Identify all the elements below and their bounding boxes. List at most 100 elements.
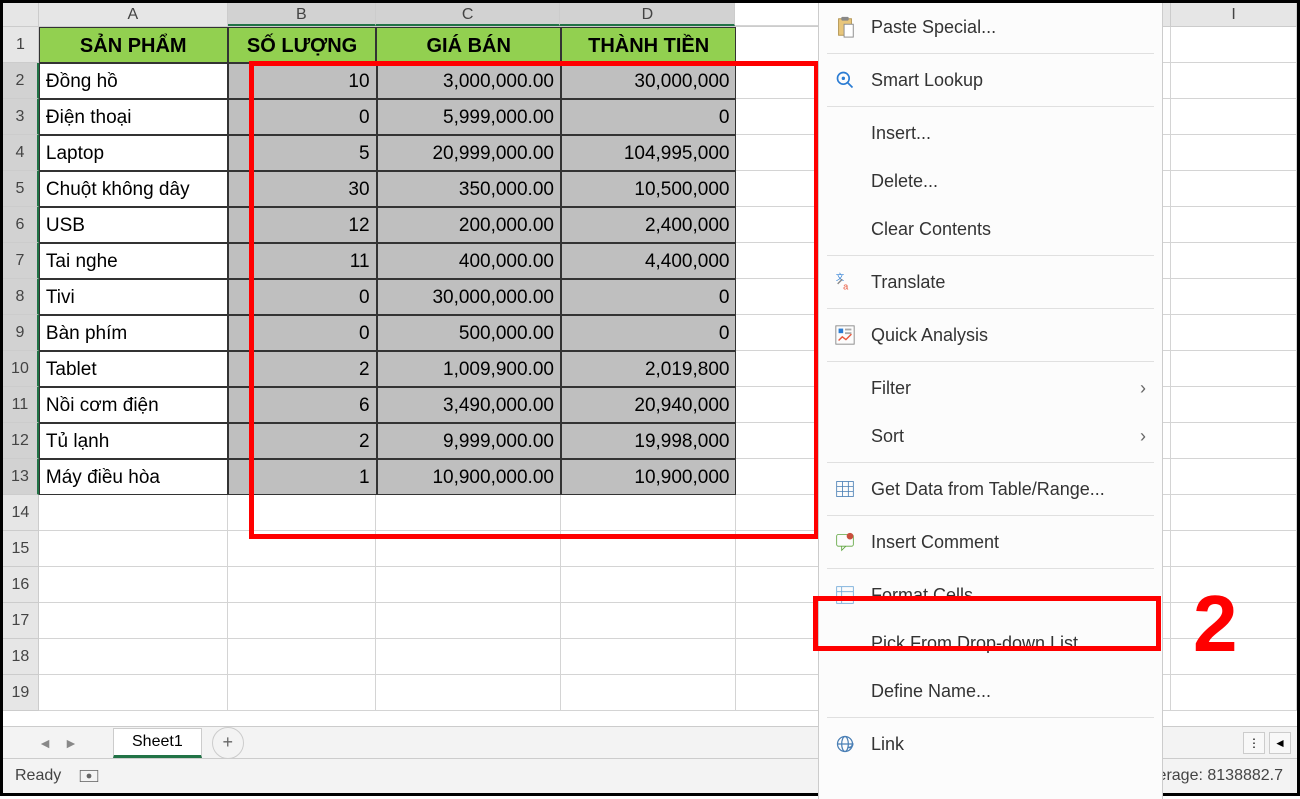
cell-product[interactable]: Đồng hồ [39,63,228,99]
tab-nav-prev-icon[interactable]: ◄ [38,735,52,751]
cell-product[interactable]: Tablet [39,351,228,387]
cell-price[interactable]: 400,000.00 [377,243,561,279]
menu-link[interactable]: Link [819,720,1162,768]
menu-insert-comment[interactable]: Insert Comment [819,518,1162,566]
cell-qty[interactable]: 0 [228,279,377,315]
col-header-c[interactable]: C [376,3,560,26]
menu-get-data[interactable]: Get Data from Table/Range... [819,465,1162,513]
cell-price[interactable]: 1,009,900.00 [377,351,561,387]
row-header[interactable]: 11 [3,387,39,423]
cell-total[interactable]: 10,900,000 [561,459,737,495]
row-header[interactable]: 8 [3,279,39,315]
cell-qty[interactable]: 2 [228,423,377,459]
cell-total[interactable]: 10,500,000 [561,171,737,207]
cell-product[interactable]: Laptop [39,135,228,171]
cell-qty[interactable]: 0 [228,99,377,135]
cell-product[interactable]: USB [39,207,228,243]
tab-nav-arrows[interactable]: ◄ ► [3,735,113,751]
cell-total[interactable]: 4,400,000 [561,243,737,279]
cell-qty[interactable]: 11 [228,243,377,279]
cell-price[interactable]: 3,000,000.00 [377,63,561,99]
cell-qty[interactable]: 30 [228,171,377,207]
row-header[interactable]: 19 [3,675,39,711]
menu-pick-list[interactable]: Pick From Drop-down List... [819,619,1162,667]
scroll-left-icon[interactable]: ◄ [1269,732,1291,754]
row-header[interactable]: 18 [3,639,39,675]
cell-total[interactable]: 30,000,000 [561,63,737,99]
tab-nav-next-icon[interactable]: ► [64,735,78,751]
cell-product[interactable]: Tai nghe [39,243,228,279]
row-header[interactable]: 7 [3,243,39,279]
cell-qty[interactable]: 12 [228,207,377,243]
cell-product[interactable]: Chuột không dây [39,171,228,207]
cell-total[interactable]: 0 [561,279,737,315]
cell-total[interactable]: 104,995,000 [561,135,737,171]
cell-price[interactable]: 20,999,000.00 [377,135,561,171]
cell-product[interactable]: Nồi cơm điện [39,387,228,423]
cell-qty[interactable]: 5 [228,135,377,171]
row-header[interactable]: 3 [3,99,39,135]
row-header[interactable]: 12 [3,423,39,459]
cell-total[interactable]: 2,019,800 [561,351,737,387]
menu-format-cells[interactable]: Format Cells... [819,571,1162,619]
row-header[interactable]: 14 [3,495,39,531]
row-header[interactable]: 13 [3,459,39,495]
header-cell-total[interactable]: THÀNH TIỀN [561,27,737,63]
cell-product[interactable]: Tủ lạnh [39,423,228,459]
menu-filter[interactable]: Filter › [819,364,1162,412]
sheet-tab-active[interactable]: Sheet1 [113,728,202,758]
header-cell-product[interactable]: SẢN PHẨM [39,27,228,63]
col-header-d[interactable]: D [560,3,735,26]
menu-define-name[interactable]: Define Name... [819,667,1162,715]
row-header[interactable]: 5 [3,171,39,207]
cell-qty[interactable]: 10 [228,63,377,99]
cell-price[interactable]: 200,000.00 [377,207,561,243]
macro-record-icon[interactable] [79,768,99,784]
cell-total[interactable]: 0 [561,99,737,135]
menu-quick-analysis[interactable]: Quick Analysis [819,311,1162,359]
cell-qty[interactable]: 0 [228,315,377,351]
add-sheet-button[interactable]: + [212,727,244,759]
cell-total[interactable]: 19,998,000 [561,423,737,459]
menu-sort[interactable]: Sort › [819,412,1162,460]
col-header-a[interactable]: A [39,3,228,26]
row-header-1[interactable]: 1 [3,27,39,63]
horizontal-scroll[interactable]: ⋮ ◄ [1243,732,1291,754]
cell-price[interactable]: 5,999,000.00 [377,99,561,135]
select-all-corner[interactable] [3,3,39,26]
row-header[interactable]: 2 [3,63,39,99]
col-header-i[interactable]: I [1171,3,1297,26]
menu-delete[interactable]: Delete... [819,157,1162,205]
row-header[interactable]: 6 [3,207,39,243]
cell-price[interactable]: 500,000.00 [377,315,561,351]
cell-product[interactable]: Bàn phím [39,315,228,351]
header-cell-price[interactable]: GIÁ BÁN [376,27,560,63]
col-header-b[interactable]: B [228,3,376,26]
cell-qty[interactable]: 6 [228,387,377,423]
cell-total[interactable]: 2,400,000 [561,207,737,243]
cell-price[interactable]: 30,000,000.00 [377,279,561,315]
row-header[interactable]: 17 [3,603,39,639]
scroll-dots-icon[interactable]: ⋮ [1243,732,1265,754]
menu-translate[interactable]: 文a Translate [819,258,1162,306]
cell-total[interactable]: 20,940,000 [561,387,737,423]
cell-product[interactable]: Tivi [39,279,228,315]
row-header[interactable]: 16 [3,567,39,603]
cell-price[interactable]: 350,000.00 [377,171,561,207]
row-header[interactable]: 10 [3,351,39,387]
row-header[interactable]: 4 [3,135,39,171]
cell-qty[interactable]: 2 [228,351,377,387]
menu-paste-special[interactable]: Paste Special... [819,3,1162,51]
menu-clear-contents[interactable]: Clear Contents [819,205,1162,253]
cell-qty[interactable]: 1 [228,459,377,495]
cell-product[interactable]: Máy điều hòa [39,459,228,495]
header-cell-qty[interactable]: SỐ LƯỢNG [228,27,377,63]
cell-price[interactable]: 10,900,000.00 [377,459,561,495]
menu-insert[interactable]: Insert... [819,109,1162,157]
cell-price[interactable]: 9,999,000.00 [377,423,561,459]
cell-total[interactable]: 0 [561,315,737,351]
row-header[interactable]: 15 [3,531,39,567]
row-header[interactable]: 9 [3,315,39,351]
cell-product[interactable]: Điện thoại [39,99,228,135]
menu-smart-lookup[interactable]: Smart Lookup [819,56,1162,104]
